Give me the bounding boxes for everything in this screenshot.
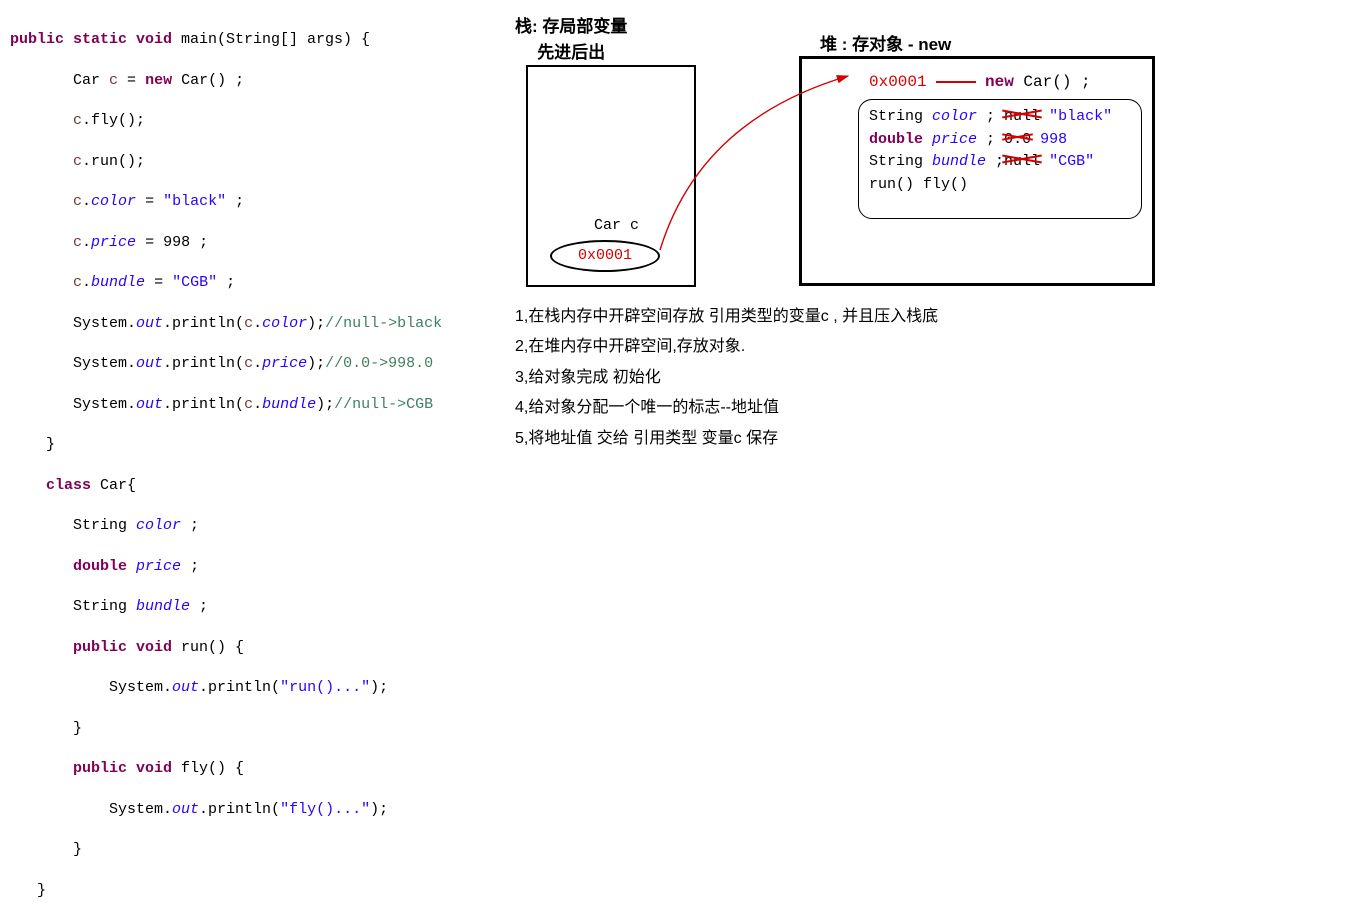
stack-box: Car c 0x0001 <box>526 65 696 287</box>
note-5: 5,将地址值 交给 引用类型 变量c 保存 <box>515 424 938 454</box>
note-1: 1,在栈内存中开辟空间存放 引用类型的变量c , 并且压入栈底 <box>515 302 938 332</box>
heap-address: 0x0001 <box>869 73 927 91</box>
note-4: 4,给对象分配一个唯一的标志--地址值 <box>515 393 938 423</box>
note-2: 2,在堆内存中开辟空间,存放对象. <box>515 332 938 362</box>
obj-field-price: double price ; 0.0 998 <box>869 129 1131 152</box>
obj-field-color: String color ; null "black" <box>869 106 1131 129</box>
heap-box: 0x0001 new Car() ; String color ; null "… <box>799 56 1155 286</box>
stack-title-line2: 先进后出 <box>515 40 627 66</box>
heap-new-expr: new Car() ; <box>985 73 1091 91</box>
object-box: String color ; null "black" double price… <box>858 99 1142 219</box>
note-3: 3,给对象完成 初始化 <box>515 363 938 393</box>
code-panel: public static void main(String[] args) {… <box>10 10 510 921</box>
notes-list: 1,在栈内存中开辟空间存放 引用类型的变量c , 并且压入栈底 2,在堆内存中开… <box>515 302 938 454</box>
stack-var-name: Car c <box>594 217 639 234</box>
obj-field-bundle: String bundle ;null "CGB" <box>869 151 1131 174</box>
stack-title-line1: 栈: 存局部变量 <box>515 14 627 40</box>
heap-title: 堆 : 存对象 - new <box>820 30 951 55</box>
heap-dash <box>936 81 976 83</box>
obj-methods: run() fly() <box>869 174 1131 197</box>
stack-title: 栈: 存局部变量 先进后出 <box>515 14 627 65</box>
stack-address: 0x0001 <box>550 240 660 272</box>
